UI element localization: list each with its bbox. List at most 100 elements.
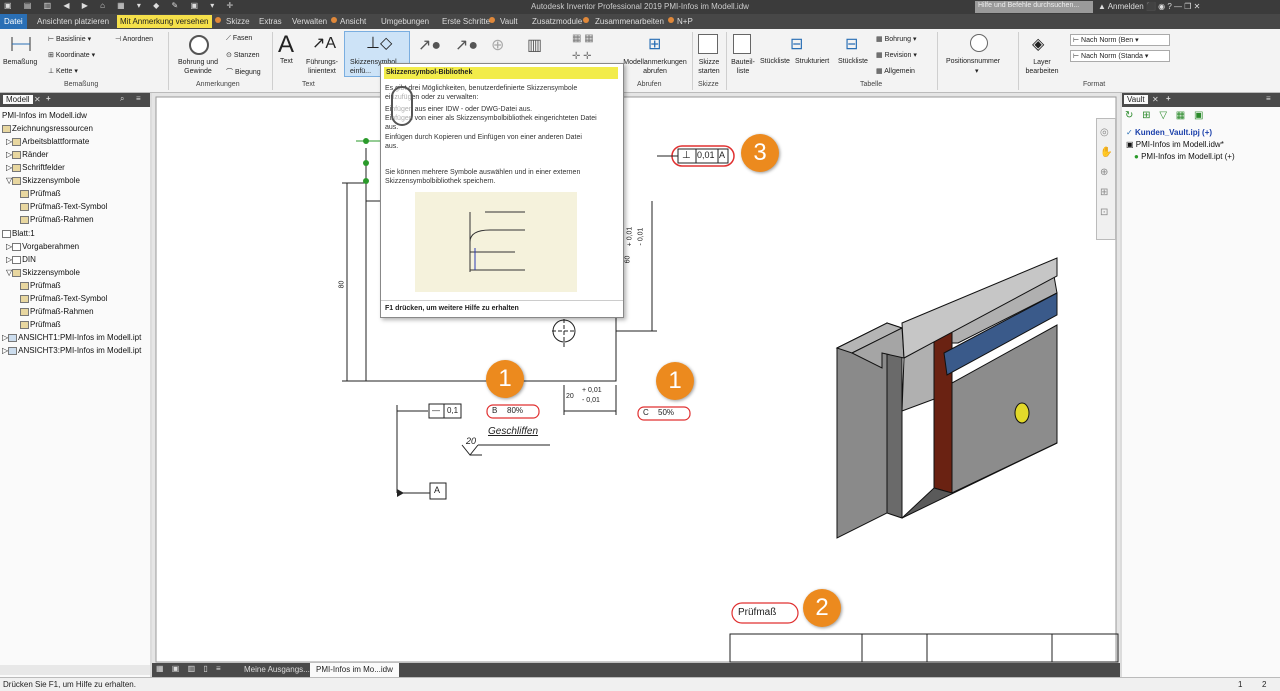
menu-icon[interactable]: ≡ — [1266, 94, 1271, 103]
tab-skizze[interactable]: Skizze — [226, 17, 250, 26]
hole-icon[interactable] — [189, 35, 209, 55]
tree-item[interactable]: ✓ Kunden_Vault.ipj (+) — [1126, 127, 1212, 139]
biegung-button[interactable]: ⌒ Biegung — [226, 67, 261, 77]
tab-verwalten[interactable]: Verwalten — [292, 17, 327, 26]
basislinie-button[interactable]: ⊢ Basislinie ▾ — [48, 35, 91, 43]
close-icon[interactable]: ✕ — [34, 95, 41, 104]
add-icon[interactable]: + — [1166, 94, 1171, 103]
tab-zusatzmodule[interactable]: Zusatzmodule — [532, 17, 582, 26]
bohrung-button[interactable]: Bohrung und Gewinde — [172, 58, 224, 76]
stueckliste2-button[interactable]: Stückliste — [838, 58, 868, 65]
text-button[interactable]: Text — [280, 58, 293, 65]
tab-vault[interactable]: Vault — [500, 17, 518, 26]
koordinate-button[interactable]: ⊞ Koordinate ▾ — [48, 51, 95, 59]
tab-extras[interactable]: Extras — [259, 17, 282, 26]
tab-erste-schritte[interactable]: Erste Schritte — [442, 17, 490, 26]
structured-icon: ⊟ — [790, 36, 804, 53]
style-select-2[interactable]: ⊢ Nach Norm (Standa ▾ — [1070, 50, 1170, 62]
tab-ansicht[interactable]: Ansicht — [340, 17, 366, 26]
tooltip-text: Es gibt drei Möglichkeiten, benutzerdefi… — [385, 85, 578, 92]
leader-text-icon[interactable]: ↗A — [312, 33, 336, 53]
allgemein-button[interactable]: ▦ Allgemein — [876, 67, 915, 75]
tab-np[interactable]: N+P — [677, 17, 693, 26]
dimension-icon[interactable] — [10, 35, 32, 53]
layout-icons[interactable]: ▦ ▣ ▥ ▯ ≡ — [156, 664, 224, 673]
tree-item[interactable]: ▷ Ränder — [6, 149, 48, 161]
hatch-icon[interactable]: ▥ — [527, 35, 542, 55]
skizze-starten-button[interactable]: Skizze starten — [696, 58, 722, 76]
search-input[interactable]: Hilfe und Befehle durchsuchen... — [975, 1, 1093, 13]
tree-item[interactable]: Prüfmaß — [20, 319, 61, 331]
tab-datei[interactable]: Datei — [0, 14, 27, 29]
bemassung-button[interactable]: Bemaßung — [3, 59, 37, 66]
balloon-icon[interactable] — [970, 34, 988, 52]
leader2-icon[interactable]: ↗● — [455, 35, 478, 55]
layer-icon[interactable]: ◈ — [1032, 34, 1044, 54]
menu-icon[interactable]: ≡ — [136, 94, 141, 103]
parts-list-icon[interactable] — [733, 34, 751, 54]
drawing-canvas[interactable]: 80 60 + 0,01 - 0,01 20 + 0,01 - 0,01 ⊥ 0… — [152, 93, 1120, 663]
tree-item[interactable]: Prüfmaß-Rahmen — [20, 214, 94, 226]
model-annotation-icon[interactable]: ⊞ — [648, 34, 661, 54]
tab-zusammenarbeiten[interactable]: Zusammenarbeiten — [595, 17, 664, 26]
tab-start[interactable]: Meine Ausgangs... — [238, 665, 316, 674]
grid2-icon[interactable]: ✛ ✛ — [572, 51, 592, 62]
sketch-symbol-icon: ⊥◇ — [366, 35, 393, 52]
add-icon[interactable]: + — [46, 94, 51, 103]
search-icon[interactable]: ⌕ — [120, 94, 124, 104]
fuehrungslinientext-button[interactable]: Führungs-linientext — [302, 58, 342, 76]
tree-root[interactable]: PMI-Infos im Modell.idw — [2, 110, 87, 122]
bauteilliste-button[interactable]: Bauteil-liste — [728, 58, 758, 76]
tree-item[interactable]: ● PMI-Infos im Modell.ipt (+) — [1134, 151, 1235, 163]
tree-item[interactable]: Zeichnungsressourcen — [2, 123, 93, 135]
style-select-1[interactable]: ⊢ Nach Norm (Ben ▾ — [1070, 34, 1170, 46]
tree-item[interactable]: Prüfmaß — [20, 280, 61, 292]
tree-item[interactable]: ▷ Vorgaberahmen — [6, 241, 79, 253]
notification-dot — [215, 17, 221, 23]
leader-icon[interactable]: ↗● — [418, 35, 441, 55]
tree-item[interactable]: Prüfmaß — [20, 188, 61, 200]
tab-anmerkung[interactable]: Mit Anmerkung versehen — [117, 15, 212, 28]
stueckliste-button[interactable]: Stückliste — [760, 58, 790, 65]
status-text: Drücken Sie F1, um Hilfe zu erhalten. — [3, 680, 136, 689]
tree-item[interactable]: Blatt:1 — [2, 228, 35, 240]
close-icon[interactable]: ✕ — [1152, 95, 1159, 104]
tree-item[interactable]: Prüfmaß-Text-Symbol — [20, 201, 107, 213]
stanzen-button[interactable]: ⊙ Stanzen — [226, 51, 260, 59]
tree-item[interactable]: ▷ Arbeitsblattformate — [6, 136, 89, 148]
tab-vault[interactable]: Vault — [1124, 95, 1148, 104]
text-icon[interactable]: A — [278, 31, 294, 59]
tab-umgebungen[interactable]: Umgebungen — [381, 17, 429, 26]
tree-item[interactable]: ▽ Skizzensymbole — [6, 267, 80, 279]
login-button[interactable]: Anmelden — [1108, 2, 1144, 11]
bohrung-table-button[interactable]: ▦ Bohrung ▾ — [876, 35, 917, 43]
perpendicularity-icon: ⊥ — [682, 150, 691, 161]
nav-icons[interactable]: ◎ ✋ ⊕ ⊞ ⊡ — [1100, 123, 1112, 223]
tree-item[interactable]: ▷ ANSICHT3:PMI-Infos im Modell.ipt — [2, 345, 141, 357]
tree-item[interactable]: ▷ Schriftfelder — [6, 162, 65, 174]
layer-bearbeiten-button[interactable]: Layer bearbeiten — [1022, 58, 1062, 76]
tree-item[interactable]: ▣ PMI-Infos im Modell.idw* — [1126, 139, 1224, 151]
strukturiert-button[interactable]: Strukturiert — [795, 58, 829, 65]
tab-modell[interactable]: Modell — [3, 95, 33, 104]
sketch-icon[interactable] — [698, 34, 718, 54]
fasen-button[interactable]: ⟋ Fasen — [226, 35, 252, 43]
grid-icon[interactable]: ▦ ▦ — [572, 33, 594, 44]
navigation-bar[interactable]: ◎ ✋ ⊕ ⊞ ⊡ — [1096, 118, 1116, 240]
tree-item[interactable]: ▷ ANSICHT1:PMI-Infos im Modell.ipt — [2, 332, 141, 344]
positionsnummer-button[interactable]: Positionsnummer — [946, 58, 1000, 65]
anordnen-button[interactable]: ⊣ Anordnen — [115, 35, 153, 43]
tree-item[interactable]: ▷ DIN — [6, 254, 36, 266]
kette-button[interactable]: ⊥ Kette ▾ — [48, 67, 78, 75]
tab-ansichten[interactable]: Ansichten platzieren — [37, 17, 109, 26]
weld-icon[interactable]: ⊕ — [491, 35, 504, 55]
tree-item[interactable]: Prüfmaß-Text-Symbol — [20, 293, 107, 305]
modellanmerkungen-button[interactable]: Modellanmerkungen abrufen — [620, 58, 690, 76]
vault-toolbar[interactable]: ↻ ⊞ ▽ ▦ ▣ — [1125, 110, 1206, 121]
tree-item[interactable]: ▽ Skizzensymbole — [6, 175, 80, 187]
horizontal-scrollbar[interactable] — [0, 665, 150, 675]
chevron-down-icon[interactable]: ▾ — [975, 67, 979, 75]
tree-item[interactable]: Prüfmaß-Rahmen — [20, 306, 94, 318]
tab-drawing[interactable]: PMI-Infos im Mo...idw — [310, 663, 399, 677]
revision-button[interactable]: ▦ Revision ▾ — [876, 51, 917, 59]
